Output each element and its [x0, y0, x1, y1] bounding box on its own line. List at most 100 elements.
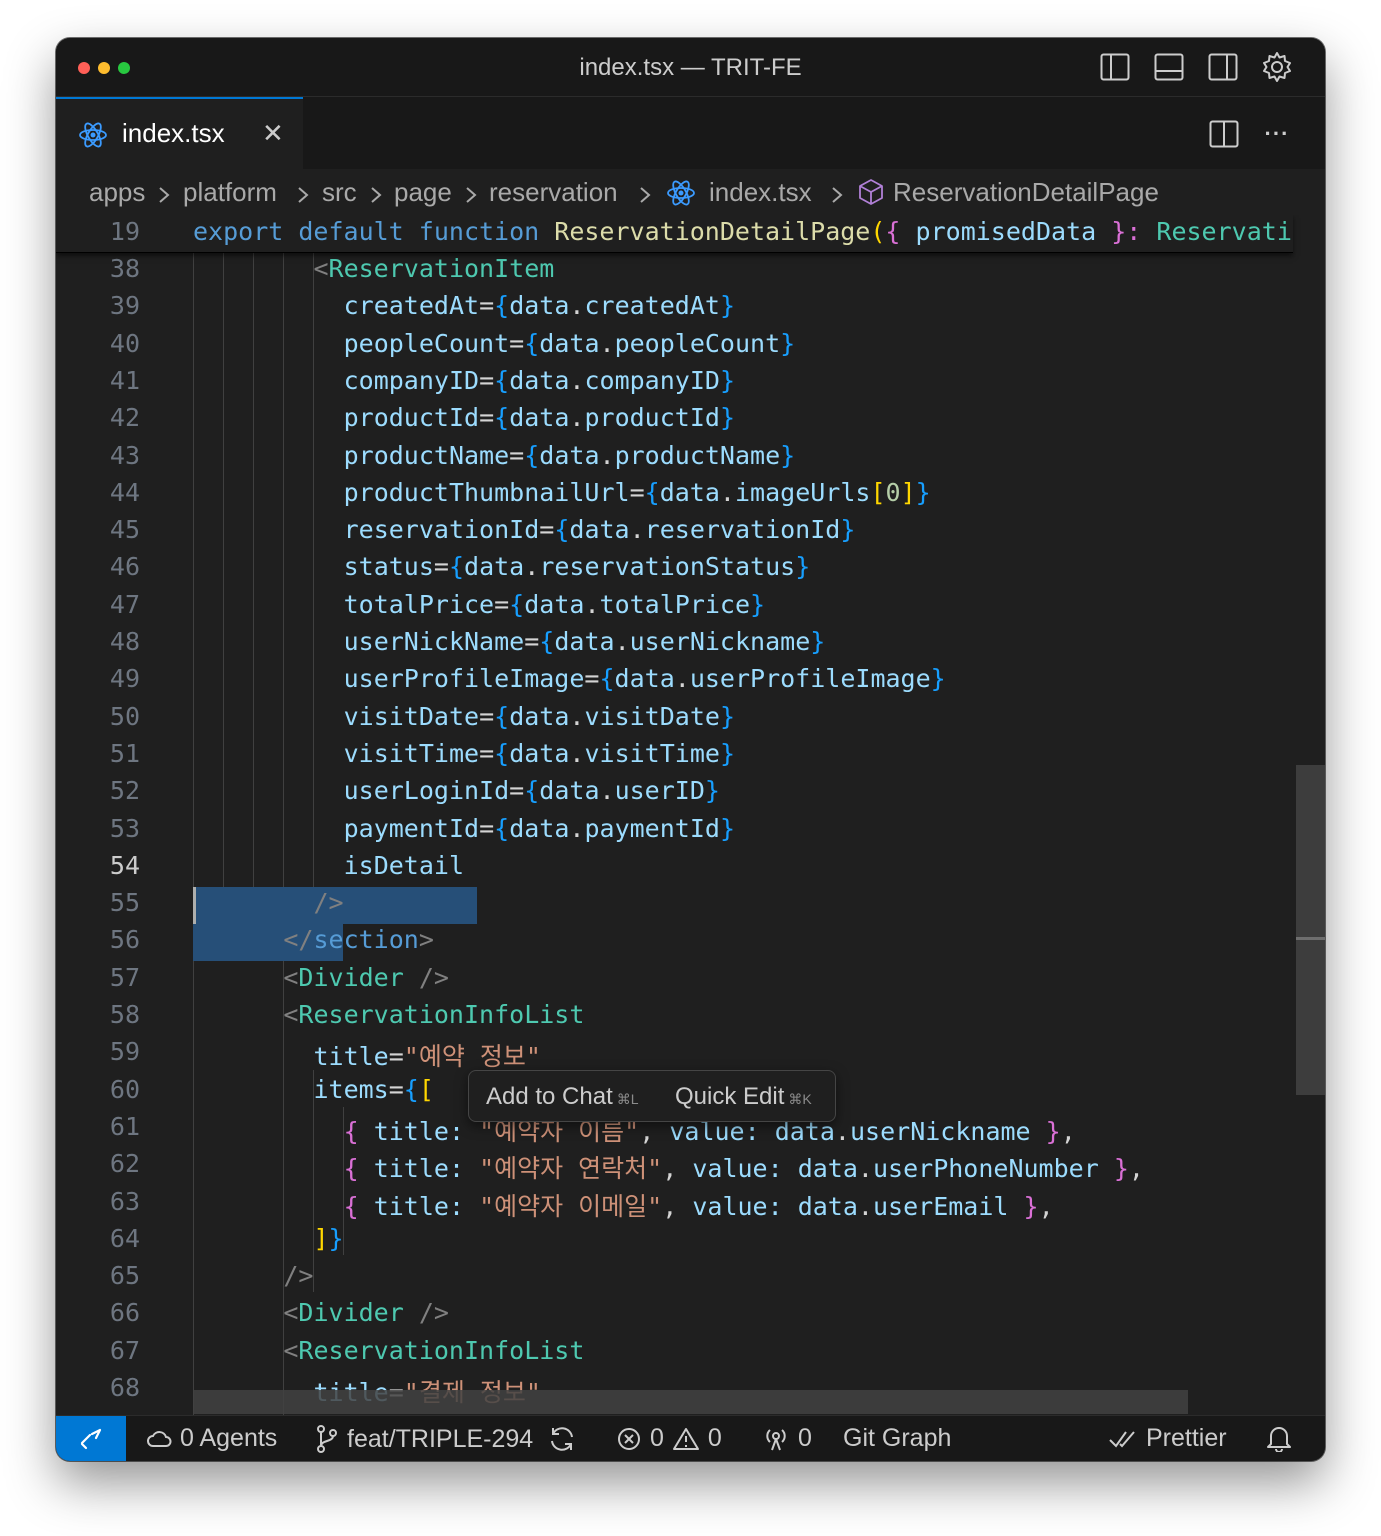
breadcrumb-item-page[interactable]: page — [394, 177, 452, 208]
split-editor-icon[interactable] — [1207, 117, 1241, 151]
breadcrumb-item-src[interactable]: src — [322, 177, 357, 208]
more-actions-icon[interactable]: ··· — [1260, 117, 1294, 151]
line-number: 52 — [109, 776, 140, 806]
vertical-scrollbar-thumb[interactable] — [1296, 765, 1325, 1095]
remote-icon — [80, 1428, 102, 1450]
line-number: 58 — [109, 1000, 140, 1029]
chevron-right-icon — [157, 181, 171, 212]
code-line: productId={data.productId} — [343, 403, 735, 433]
code-line: userProfileImage={data.userProfileImage} — [343, 664, 946, 694]
line-number: 45 — [109, 515, 140, 545]
code-line: status={data.reservationStatus} — [343, 552, 811, 582]
code-line: { title: "예약자 이메일", value: data.userEmai… — [343, 1191, 1054, 1221]
line-number: 42 — [109, 403, 140, 433]
code-editor[interactable]: 38 <ReservationItem 39 createdAt={data.crea… — [56, 215, 1325, 1415]
code-line: userLoginId={data.userID} — [343, 776, 720, 806]
quick-edit-button[interactable]: Quick Edit ⌘K — [675, 1083, 812, 1111]
tab-index-tsx[interactable]: index.tsx ✕ — [56, 97, 303, 169]
breadcrumb-item-apps[interactable]: apps — [89, 177, 145, 208]
add-to-chat-button[interactable]: Add to Chat ⌘L — [486, 1083, 639, 1111]
line-number: 46 — [109, 552, 140, 582]
code-line: <ReservationInfoList — [283, 1335, 585, 1365]
line-number: 66 — [109, 1298, 140, 1328]
line-number: 63 — [109, 1186, 140, 1216]
selection-action-popup: Add to Chat ⌘L Quick Edit ⌘K — [468, 1070, 836, 1122]
git-graph-button[interactable]: Git Graph — [843, 1424, 951, 1453]
prettier-status[interactable]: Prettier — [1108, 1424, 1227, 1453]
line-number: 47 — [109, 589, 140, 619]
breadcrumb: apps platform src page reservation index… — [56, 169, 1325, 215]
code-line: <ReservationInfoList — [283, 1000, 585, 1029]
code-line: productName={data.productName} — [343, 440, 796, 470]
agents-label: 0 Agents — [180, 1424, 278, 1452]
code-line: isDetail — [343, 850, 465, 880]
line-number: 40 — [109, 328, 140, 358]
code-line: companyID={data.companyID} — [343, 365, 735, 395]
breadcrumb-item-reservation[interactable]: reservation — [489, 177, 618, 208]
branch-label: feat/TRIPLE-294 — [347, 1424, 534, 1453]
code-line: { title: "예약자 연락처", value: data.userPhon… — [343, 1154, 1144, 1184]
indent-guide — [313, 252, 314, 958]
code-line: title="예약 정보" — [313, 1042, 541, 1072]
errors-count: 0 — [650, 1424, 664, 1452]
horizontal-scrollbar-thumb[interactable] — [193, 1390, 1188, 1414]
code-line: </section> — [283, 925, 434, 955]
chevron-right-icon — [638, 181, 652, 212]
cursor — [193, 887, 196, 924]
remote-connection-button[interactable] — [56, 1416, 126, 1461]
line-number: 65 — [109, 1261, 140, 1291]
ports-status[interactable]: 0 — [762, 1424, 812, 1453]
line-number: 61 — [109, 1111, 140, 1141]
title-bar: index.tsx — TRIT-FE — [56, 38, 1325, 97]
code-line: /> — [283, 1261, 314, 1291]
sticky-scroll-header[interactable]: 19 export default function ReservationDe… — [56, 215, 1293, 253]
line-number: 41 — [109, 365, 140, 395]
editor-window: index.tsx — TRIT-FE index.tsx ✕ ··· apps — [56, 38, 1325, 1461]
problems-status[interactable]: 0 0 — [616, 1424, 722, 1453]
prettier-label: Prettier — [1146, 1424, 1227, 1452]
toggle-primary-sidebar-icon[interactable] — [1098, 50, 1132, 84]
line-number: 67 — [109, 1335, 140, 1365]
warning-icon — [672, 1427, 699, 1450]
chevron-right-icon — [296, 181, 310, 212]
settings-gear-icon[interactable] — [1260, 50, 1294, 84]
code-line: <Divider /> — [283, 1298, 449, 1328]
breadcrumb-item-platform[interactable]: platform — [183, 177, 277, 208]
notifications-bell-icon[interactable] — [1266, 1424, 1292, 1452]
breadcrumb-item-symbol[interactable]: ReservationDetailPage — [893, 177, 1159, 208]
code-line: reservationId={data.reservationId} — [343, 515, 856, 545]
cloud-icon — [147, 1430, 172, 1447]
code-line: paymentId={data.paymentId} — [343, 813, 735, 843]
agents-status[interactable]: 0 Agents — [146, 1424, 277, 1453]
line-number: 64 — [109, 1223, 140, 1253]
chevron-right-icon — [830, 181, 844, 212]
line-number: 39 — [109, 291, 140, 321]
code-line: <ReservationItem — [313, 254, 555, 283]
toggle-panel-icon[interactable] — [1152, 50, 1186, 84]
react-file-icon — [78, 120, 108, 155]
code-line: productThumbnailUrl={data.imageUrls[0]} — [343, 477, 931, 507]
line-number: 53 — [109, 813, 140, 843]
line-number: 43 — [109, 440, 140, 470]
line-number: 60 — [109, 1074, 140, 1104]
git-branch-status[interactable]: feat/TRIPLE-294 — [315, 1424, 577, 1454]
line-number: 50 — [109, 701, 140, 731]
window-title: index.tsx — TRIT-FE — [579, 54, 802, 81]
line-number: 59 — [109, 1037, 140, 1067]
line-number: 19 — [109, 217, 140, 246]
close-tab-icon[interactable]: ✕ — [262, 118, 284, 149]
line-number: 49 — [109, 664, 140, 694]
git-branch-icon — [317, 1425, 337, 1453]
tab-label: index.tsx — [122, 118, 225, 148]
indent-guide — [253, 252, 254, 958]
indent-guide — [223, 252, 224, 958]
status-bar: 0 Agents feat/TRIPLE-294 0 0 0 Git Graph… — [56, 1415, 1325, 1461]
indent-guide — [283, 252, 284, 1415]
sync-icon — [551, 1427, 574, 1451]
code-line: ]} — [313, 1223, 344, 1253]
breadcrumb-item-index-tsx[interactable]: index.tsx — [709, 177, 812, 208]
line-number: 57 — [109, 962, 140, 992]
tab-bar: index.tsx ✕ ··· — [56, 97, 1325, 169]
toggle-secondary-sidebar-icon[interactable] — [1206, 50, 1240, 84]
line-number: 56 — [109, 925, 140, 955]
